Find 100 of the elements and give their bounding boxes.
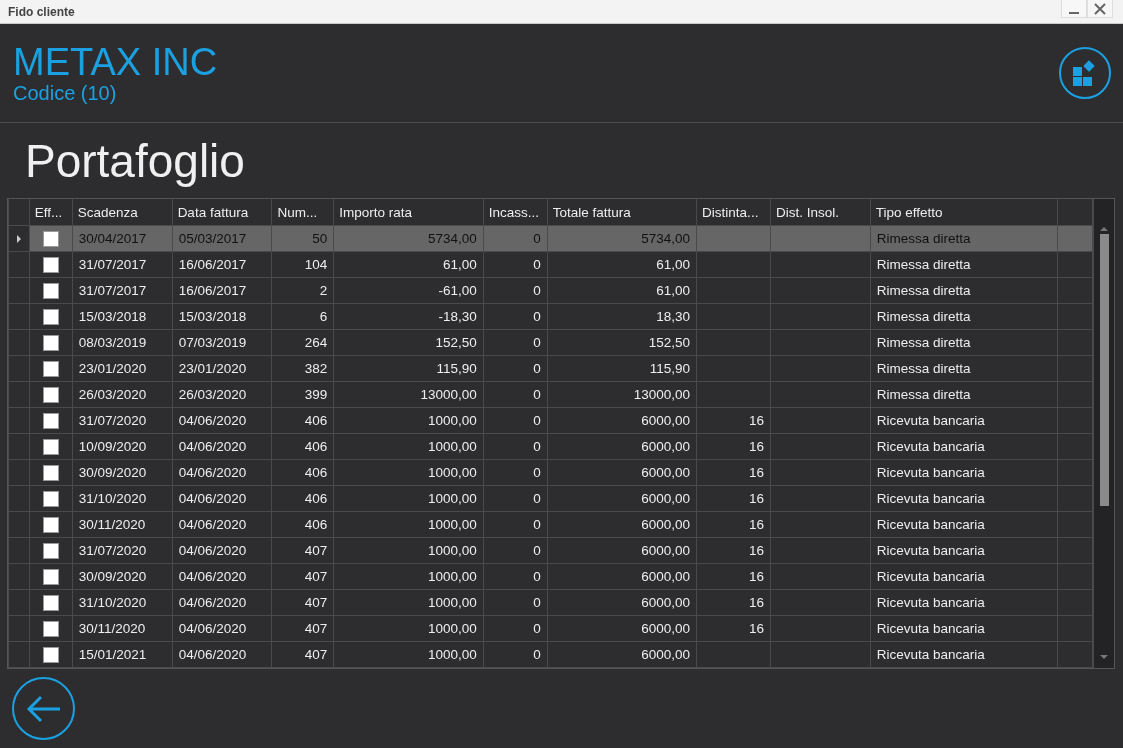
table-cell: 0	[533, 595, 541, 610]
table-row[interactable]: 31/07/2017 16/06/2017 104 61,00 0 61,00 Rimessa diretta	[8, 251, 1093, 278]
table-row[interactable]: 30/09/2020 04/06/2020 406 1000,00 0 6000,00 16 Ricevuta bancaria	[8, 459, 1093, 486]
checkbox[interactable]	[42, 490, 59, 507]
checkbox[interactable]	[42, 230, 59, 247]
table-cell: 30/11/2020	[78, 517, 146, 532]
column-header[interactable]: Importo rata	[333, 199, 484, 226]
checkbox[interactable]	[42, 438, 59, 455]
table-row[interactable]: 15/03/2018 15/03/2018 6 -18,30 0 18,30 Rimessa diretta	[8, 303, 1093, 330]
column-header[interactable]: Data fattura	[172, 199, 272, 226]
table-cell: 04/06/2020	[178, 439, 247, 454]
checkbox[interactable]	[42, 308, 59, 325]
table-row[interactable]: 30/09/2020 04/06/2020 407 1000,00 0 6000,00 16 Ricevuta bancaria	[8, 563, 1093, 590]
column-header[interactable]: Distinta...	[696, 199, 771, 226]
column-header[interactable]: Tipo effetto	[870, 199, 1058, 226]
table-row[interactable]: 31/10/2020 04/06/2020 406 1000,00 0 6000,00 16 Ricevuta bancaria	[8, 485, 1093, 512]
column-header[interactable]: Scadenza	[72, 199, 173, 226]
table-cell: 04/06/2020	[178, 517, 247, 532]
table-cell: 10/09/2020	[78, 439, 147, 454]
table-cell: 05/03/2017	[178, 231, 247, 246]
table-cell: 0	[533, 309, 541, 324]
table-cell: -18,30	[438, 309, 477, 324]
table-cell: 31/07/2017	[78, 257, 147, 272]
table-cell: 13000,00	[633, 387, 691, 402]
table-cell: 31/10/2020	[78, 491, 147, 506]
table-row[interactable]: 31/07/2020 04/06/2020 406 1000,00 0 6000,00 16 Ricevuta bancaria	[8, 407, 1093, 434]
checkbox[interactable]	[42, 334, 59, 351]
close-button[interactable]	[1087, 0, 1113, 18]
table-row[interactable]: 31/07/2017 16/06/2017 2 -61,00 0 61,00 Rimessa diretta	[8, 277, 1093, 304]
table-cell: 406	[304, 491, 328, 506]
checkbox[interactable]	[42, 516, 59, 533]
checkbox[interactable]	[42, 620, 59, 637]
checkbox[interactable]	[42, 464, 59, 481]
checkbox[interactable]	[42, 646, 59, 663]
table-row[interactable]: 15/01/2021 04/06/2020 407 1000,00 0 6000,00 Ricevuta bancaria	[8, 641, 1093, 668]
checkbox[interactable]	[42, 386, 59, 403]
table-row[interactable]: 10/09/2020 04/06/2020 406 1000,00 0 6000,00 16 Ricevuta bancaria	[8, 433, 1093, 460]
table-cell: Ricevuta bancaria	[876, 413, 985, 428]
table-cell: 152,50	[435, 335, 477, 350]
table-cell: Ricevuta bancaria	[876, 465, 985, 480]
window-title: Fido cliente	[8, 4, 75, 19]
checkbox[interactable]	[42, 256, 59, 273]
table-row[interactable]: 30/11/2020 04/06/2020 407 1000,00 0 6000,00 16 Ricevuta bancaria	[8, 615, 1093, 642]
table-cell: 0	[533, 231, 541, 246]
table-cell: 6000,00	[641, 439, 691, 454]
table-cell: 1000,00	[427, 491, 477, 506]
table-row[interactable]: 26/03/2020 26/03/2020 399 13000,00 0 13000,00 Rimessa diretta	[8, 381, 1093, 408]
column-header[interactable]: Incass...	[483, 199, 548, 226]
checkbox[interactable]	[42, 542, 59, 559]
table-cell: 61,00	[442, 257, 477, 272]
table-cell: 152,50	[648, 335, 691, 350]
back-button[interactable]	[12, 677, 75, 740]
apps-button[interactable]	[1059, 47, 1111, 99]
scroll-down-icon[interactable]	[1100, 654, 1108, 660]
column-header[interactable]: Num...	[271, 199, 334, 226]
table-cell: 406	[304, 517, 328, 532]
table-cell: 6	[319, 309, 328, 324]
table-cell: 0	[533, 647, 541, 662]
table-row[interactable]: 08/03/2019 07/03/2019 264 152,50 0 152,50 Rimessa diretta	[8, 329, 1093, 356]
table-cell: 13000,00	[420, 387, 477, 402]
table-cell: Ricevuta bancaria	[876, 569, 985, 584]
table-cell: 1000,00	[427, 413, 477, 428]
table-cell: 115,90	[649, 361, 691, 376]
table-cell: 16	[749, 569, 765, 584]
table-row[interactable]: 30/11/2020 04/06/2020 406 1000,00 0 6000,00 16 Ricevuta bancaria	[8, 511, 1093, 538]
table-cell: 16	[749, 439, 765, 454]
checkbox[interactable]	[42, 412, 59, 429]
table-cell: 0	[533, 335, 541, 350]
checkbox[interactable]	[42, 594, 59, 611]
scrollbar-thumb[interactable]	[1099, 234, 1109, 506]
table-cell: 0	[533, 413, 541, 428]
checkbox[interactable]	[42, 568, 59, 585]
table-row[interactable]: 31/10/2020 04/06/2020 407 1000,00 0 6000,00 16 Ricevuta bancaria	[8, 589, 1093, 616]
table-row[interactable]: 31/07/2020 04/06/2020 407 1000,00 0 6000,00 16 Ricevuta bancaria	[8, 537, 1093, 564]
table-cell: Ricevuta bancaria	[876, 595, 985, 610]
table-cell: 26/03/2020	[178, 387, 247, 402]
table-cell: 407	[304, 595, 328, 610]
table-cell: 31/07/2020	[78, 413, 147, 428]
table-cell: 16	[749, 413, 765, 428]
table-cell: 407	[304, 621, 328, 636]
table-cell: 115,90	[436, 361, 477, 376]
checkbox[interactable]	[42, 360, 59, 377]
checkbox[interactable]	[42, 282, 59, 299]
table-cell: 1000,00	[427, 569, 477, 584]
table-cell: 406	[304, 439, 328, 454]
column-header[interactable]: Totale fattura	[547, 199, 697, 226]
table-cell: 61,00	[656, 257, 691, 272]
column-header[interactable]: Dist. Insol.	[770, 199, 871, 226]
table-cell: 16	[749, 543, 765, 558]
table-row[interactable]: 23/01/2020 23/01/2020 382 115,90 0 115,90 Rimessa diretta	[8, 355, 1093, 382]
column-header[interactable]: Eff...	[29, 199, 73, 226]
table-cell: 6000,00	[641, 621, 691, 636]
table-cell: 264	[304, 335, 328, 350]
scroll-up-icon[interactable]	[1100, 226, 1108, 232]
table-cell: 04/06/2020	[178, 647, 247, 662]
minimize-button[interactable]	[1061, 0, 1087, 18]
table-cell: 6000,00	[641, 647, 691, 662]
table-cell: 16	[749, 621, 765, 636]
scrollbar[interactable]	[1093, 199, 1114, 668]
table-cell: 26/03/2020	[78, 387, 147, 402]
